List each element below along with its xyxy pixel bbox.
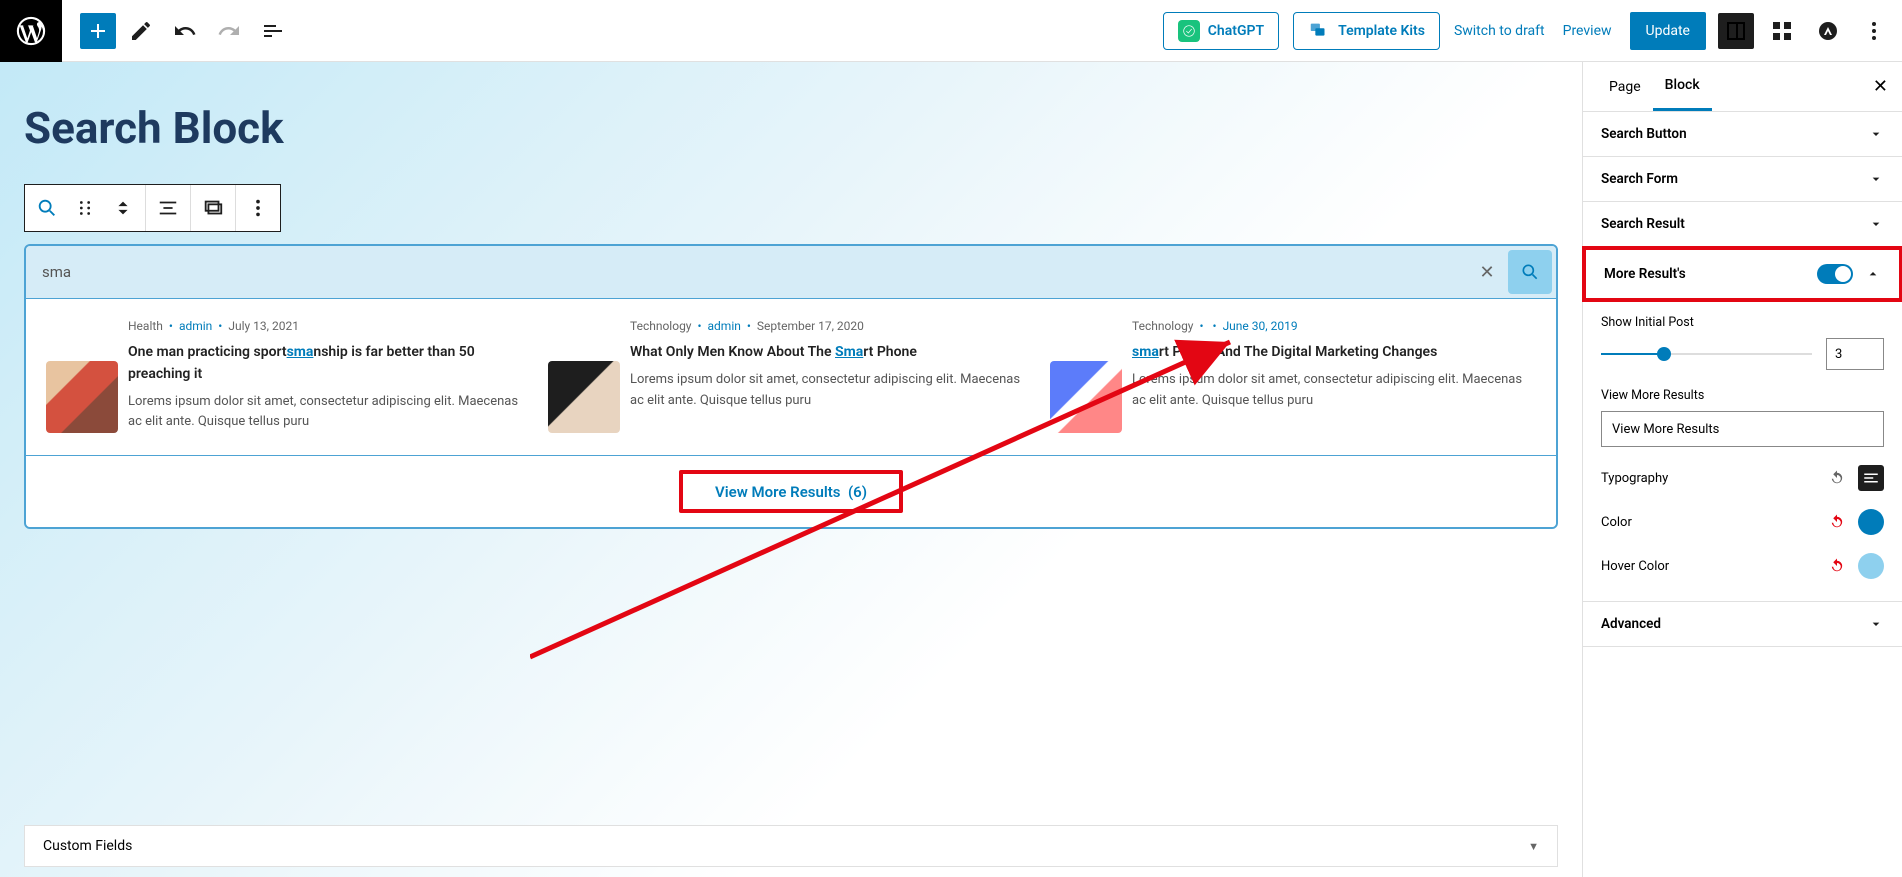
section-advanced[interactable]: Advanced	[1583, 602, 1902, 647]
wordpress-logo[interactable]	[0, 0, 62, 62]
template-kits-icon	[1308, 20, 1330, 42]
align-icon[interactable]	[154, 194, 182, 222]
show-initial-input[interactable]	[1826, 338, 1884, 370]
color-label: Color	[1601, 515, 1632, 530]
preview-link[interactable]: Preview	[1563, 23, 1612, 39]
page-title[interactable]: Search Block	[24, 102, 1558, 154]
show-initial-label: Show Initial Post	[1601, 315, 1884, 330]
redo-icon[interactable]	[210, 12, 248, 50]
search-results: Health • admin • July 13, 2021 One man p…	[26, 299, 1556, 456]
chevron-down-icon	[1868, 616, 1884, 632]
view-more-link[interactable]: View More Results (6)	[715, 483, 867, 501]
chevron-down-icon	[1868, 171, 1884, 187]
more-options-icon[interactable]	[1856, 13, 1892, 49]
settings-panel-toggle[interactable]	[1718, 13, 1754, 49]
settings-sidebar: Page Block ✕ Search Button Search Form S…	[1582, 62, 1902, 877]
tab-block[interactable]: Block	[1653, 62, 1712, 111]
search-submit-button[interactable]	[1508, 250, 1552, 294]
undo-icon[interactable]	[166, 12, 204, 50]
reset-icon[interactable]	[1824, 465, 1850, 491]
result-excerpt: Lorems ipsum dolor sit amet, consectetur…	[128, 392, 532, 434]
search-input[interactable]	[26, 249, 1470, 295]
typography-settings-icon[interactable]	[1858, 465, 1884, 491]
section-search-form[interactable]: Search Form	[1583, 157, 1902, 202]
close-sidebar-icon[interactable]: ✕	[1873, 76, 1888, 97]
result-meta: Technology • admin • September 17, 2020	[630, 317, 1034, 336]
move-up-down-icon[interactable]	[109, 194, 137, 222]
typography-label: Typography	[1601, 471, 1668, 486]
result-title: One man practicing sportsmanship is far …	[128, 342, 532, 385]
search-block: ✕ Health • admin • July 13, 2021 One man…	[24, 244, 1558, 529]
template-kits-label: Template Kits	[1338, 23, 1425, 39]
view-more-label: View More Results	[1601, 388, 1884, 403]
result-thumbnail	[46, 361, 118, 433]
chatgpt-chip[interactable]: ChatGPT	[1163, 12, 1279, 50]
switch-to-draft-link[interactable]: Switch to draft	[1454, 23, 1545, 39]
reset-icon[interactable]	[1824, 553, 1850, 579]
clear-search-icon[interactable]: ✕	[1470, 255, 1504, 289]
plugin-panel-icon[interactable]	[1764, 13, 1800, 49]
section-more-results[interactable]: More Result's	[1582, 246, 1902, 302]
chevron-down-icon: ▼	[1528, 840, 1539, 853]
chatgpt-label: ChatGPT	[1208, 23, 1264, 39]
hover-color-swatch[interactable]	[1858, 553, 1884, 579]
chevron-up-icon	[1865, 266, 1881, 282]
view-more-row: View More Results (6)	[26, 456, 1556, 527]
show-initial-slider[interactable]	[1601, 353, 1812, 355]
section-search-result[interactable]: Search Result	[1583, 202, 1902, 247]
block-type-search-icon[interactable]	[33, 194, 61, 222]
result-title: smart Phone And The Digital Marketing Ch…	[1132, 342, 1536, 364]
astra-icon[interactable]	[1810, 13, 1846, 49]
template-kits-chip[interactable]: Template Kits	[1293, 12, 1440, 50]
block-more-icon[interactable]	[244, 194, 272, 222]
result-thumbnail	[1050, 361, 1122, 433]
view-more-input[interactable]	[1601, 411, 1884, 447]
list-view-icon[interactable]	[254, 12, 292, 50]
result-item[interactable]: Health • admin • July 13, 2021 One man p…	[38, 317, 540, 433]
result-title: What Only Men Know About The Smart Phone	[630, 342, 1034, 364]
edit-tool-icon[interactable]	[122, 12, 160, 50]
reset-icon[interactable]	[1824, 509, 1850, 535]
update-button[interactable]: Update	[1630, 12, 1706, 50]
tab-page[interactable]: Page	[1597, 62, 1653, 111]
result-item[interactable]: Technology • admin • September 17, 2020 …	[540, 317, 1042, 433]
more-results-body: Show Initial Post View More Results Typo…	[1583, 301, 1902, 602]
layout-icon[interactable]	[199, 194, 227, 222]
add-block-button[interactable]	[80, 13, 116, 49]
custom-fields-panel[interactable]: Custom Fields ▼	[24, 825, 1558, 867]
result-meta: Technology • • June 30, 2019	[1132, 317, 1536, 336]
custom-fields-label: Custom Fields	[43, 838, 132, 854]
hover-color-label: Hover Color	[1601, 559, 1669, 574]
editor-canvas: Search Block ✕	[0, 62, 1582, 877]
chevron-down-icon	[1868, 126, 1884, 142]
result-excerpt: Lorems ipsum dolor sit amet, consectetur…	[1132, 370, 1536, 412]
editor-topbar: ChatGPT Template Kits Switch to draft Pr…	[0, 0, 1902, 62]
section-search-button[interactable]: Search Button	[1583, 112, 1902, 157]
result-excerpt: Lorems ipsum dolor sit amet, consectetur…	[630, 370, 1034, 412]
drag-handle-icon[interactable]	[71, 194, 99, 222]
color-swatch[interactable]	[1858, 509, 1884, 535]
more-results-toggle[interactable]	[1817, 264, 1853, 284]
block-toolbar	[24, 184, 281, 232]
annotation-box: View More Results (6)	[679, 470, 903, 513]
result-meta: Health • admin • July 13, 2021	[128, 317, 532, 336]
chevron-down-icon	[1868, 216, 1884, 232]
chatgpt-icon	[1178, 20, 1200, 42]
result-thumbnail	[548, 361, 620, 433]
result-item[interactable]: Technology • • June 30, 2019 smart Phone…	[1042, 317, 1544, 433]
